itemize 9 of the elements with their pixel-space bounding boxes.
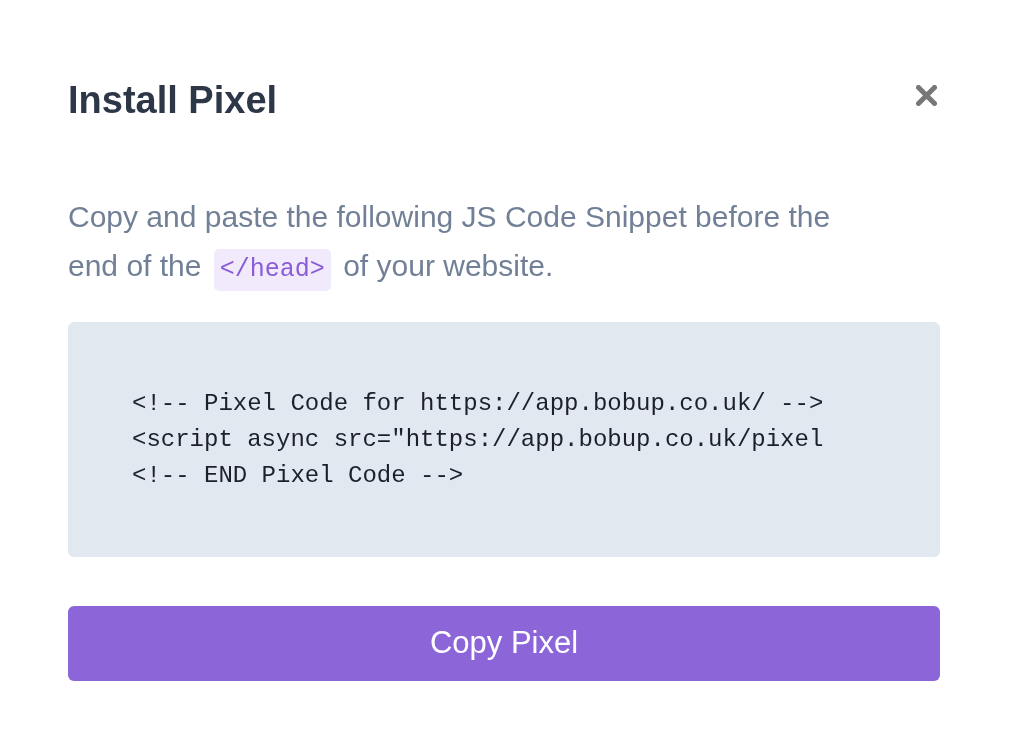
code-line: <!-- END Pixel Code -->	[132, 461, 465, 491]
close-icon	[916, 85, 937, 106]
dialog-title: Install Pixel	[68, 78, 278, 123]
instructions-text: Copy and paste the following JS Code Snippet before the end of the </head> of your website.	[68, 192, 868, 291]
close-button[interactable]	[915, 84, 938, 107]
code-line: <!-- Pixel Code for https://app.bobup.co.uk/ -->	[132, 389, 825, 419]
code-line: <script async src="https://app.bobup.co.uk/pixel	[132, 425, 825, 455]
inline-code: </head>	[213, 249, 331, 291]
copy-pixel-button[interactable]: Copy Pixel	[68, 606, 940, 681]
